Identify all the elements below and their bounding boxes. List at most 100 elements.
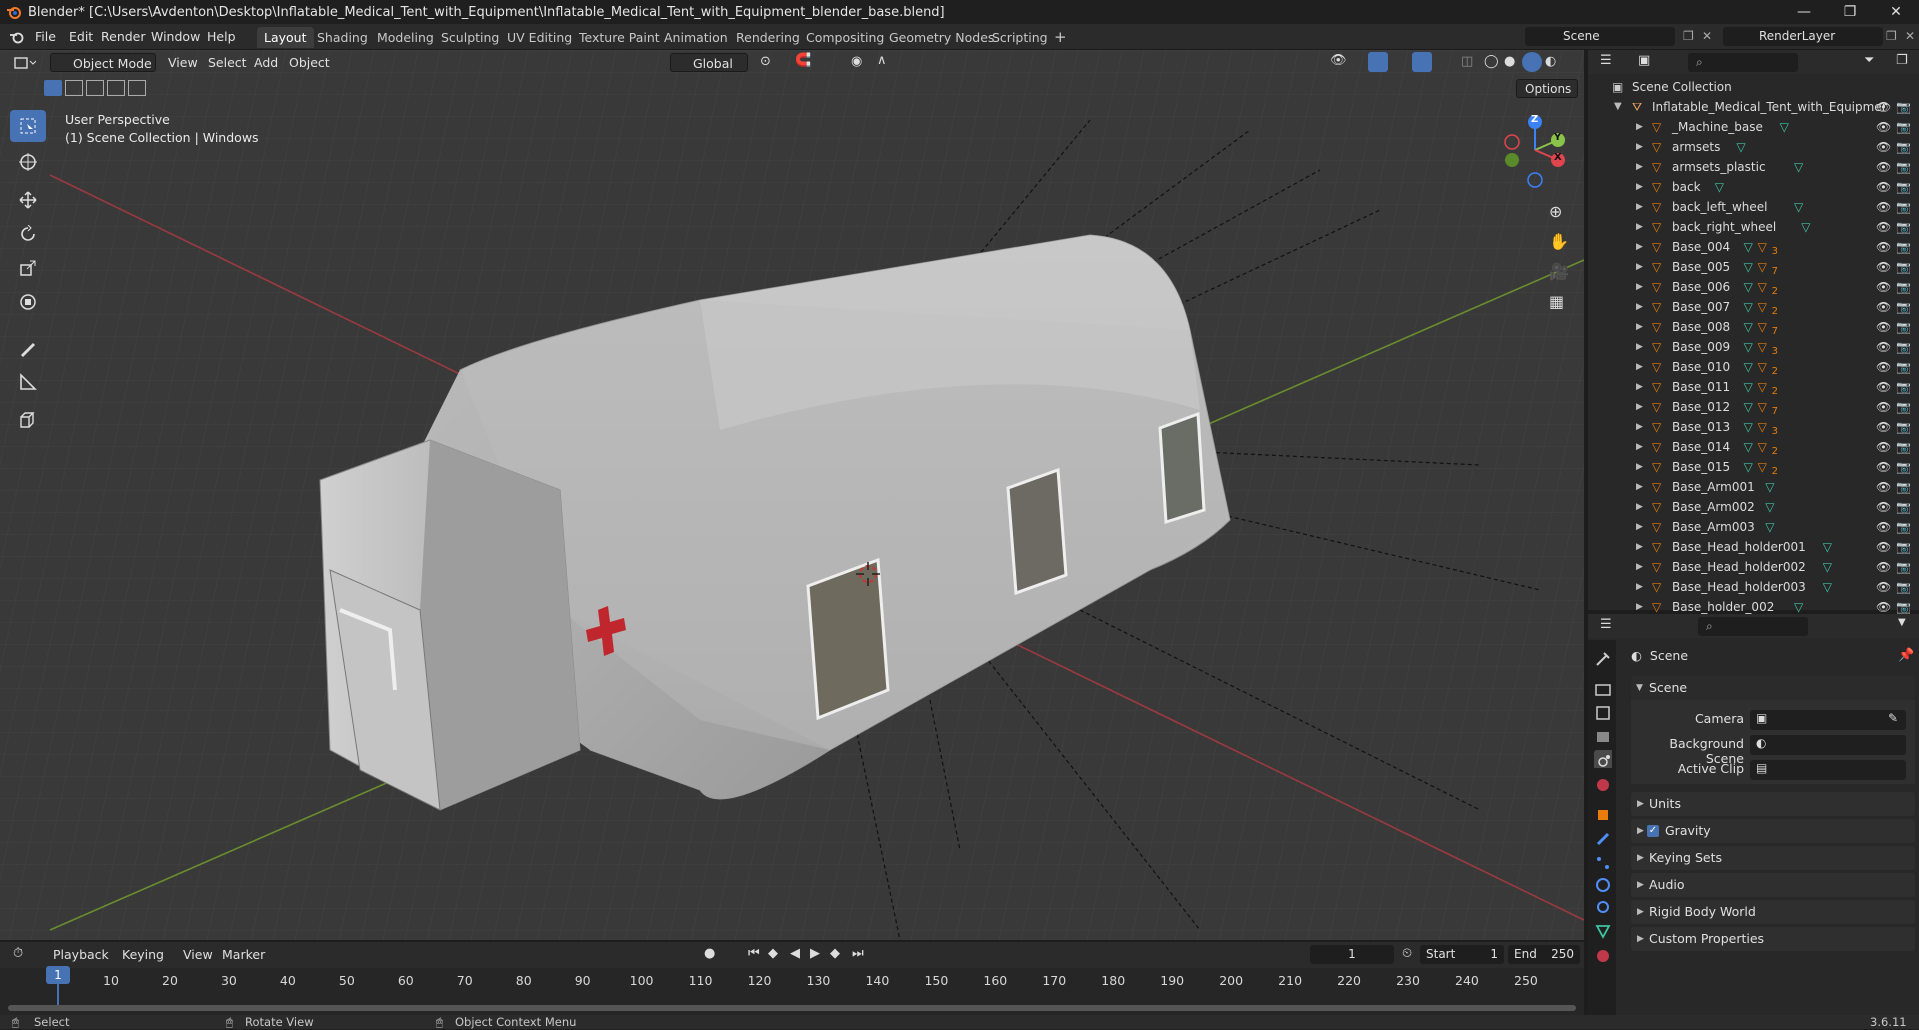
outliner-row[interactable]: ▶ ▽ Base_011 ▽ 2 👁 📷 ▽ — [1588, 377, 1919, 397]
visibility-eye-icon[interactable]: 👁 — [1876, 477, 1891, 497]
select-box-tool[interactable] — [10, 110, 46, 142]
playhead-frame[interactable]: 1 — [46, 966, 70, 984]
tab-animation[interactable]: Animation — [657, 27, 735, 48]
editor-type-icon[interactable] — [14, 55, 36, 71]
outliner-row[interactable]: ▶ ▽ armsets ▽ 👁 📷 — [1588, 137, 1919, 157]
measure-tool[interactable] — [10, 366, 46, 398]
tab-scripting[interactable]: Scripting — [985, 27, 1055, 48]
select-subtract-icon[interactable] — [86, 80, 104, 96]
visibility-eye-icon[interactable]: 👁 — [1876, 417, 1891, 437]
outliner-row[interactable]: ▶ ▽ Base_Head_holder003 ▽ 👁 📷 — [1588, 577, 1919, 597]
expand-arrow-icon[interactable]: ▶ — [1636, 157, 1643, 177]
visibility-eye-icon[interactable]: 👁 — [1876, 497, 1891, 517]
visibility-eye-icon[interactable]: 👁 — [1876, 97, 1891, 117]
view-layer-tab-icon[interactable] — [1594, 728, 1612, 746]
delete-view-layer-icon[interactable]: ✕ — [1905, 29, 1915, 43]
tool-tab-icon[interactable] — [1594, 650, 1612, 668]
solid-shading-icon[interactable]: ● — [1504, 54, 1515, 69]
visibility-eye-icon[interactable]: 👁 — [1876, 217, 1891, 237]
expand-arrow-icon[interactable]: ▶ — [1636, 237, 1643, 257]
annotate-tool[interactable] — [10, 332, 46, 364]
expand-arrow-icon[interactable]: ▶ — [1636, 377, 1643, 397]
menu-object[interactable]: Object — [289, 53, 330, 72]
prev-keyframe-icon[interactable]: ◆ — [768, 946, 778, 961]
minimize-button[interactable]: — — [1781, 0, 1827, 24]
section-audio[interactable]: ▶ Audio — [1631, 873, 1915, 897]
auto-keying-icon[interactable]: ● — [704, 946, 715, 961]
expand-arrow-icon[interactable]: ▶ — [1636, 497, 1643, 517]
timeline-scrollbar[interactable] — [8, 1005, 1576, 1011]
ortho-grid-icon[interactable]: ▦ — [1549, 287, 1569, 317]
outliner-row[interactable]: ▶ ▽ back_left_wheel ▽ 👁 📷 — [1588, 197, 1919, 217]
blender-menu-icon[interactable] — [9, 29, 25, 45]
expand-arrow-icon[interactable]: ▶ — [1636, 357, 1643, 377]
render-camera-icon[interactable]: 📷 — [1896, 177, 1911, 197]
outliner-row[interactable]: ▶ ▽ Base_010 ▽ 2 👁 📷 ▽ — [1588, 357, 1919, 377]
render-camera-icon[interactable]: 📷 — [1896, 217, 1911, 237]
render-camera-icon[interactable]: 📷 — [1896, 137, 1911, 157]
3d-viewport[interactable] — [0, 50, 1584, 940]
new-scene-icon[interactable]: ❐ — [1683, 29, 1694, 43]
scene-selector[interactable]: Scene — [1525, 27, 1675, 46]
outliner-search-input[interactable]: ⌕ — [1688, 53, 1798, 72]
eyedropper-icon[interactable]: ✎ — [1888, 711, 1898, 725]
data-tab-icon[interactable] — [1594, 922, 1612, 940]
visibility-eye-icon[interactable]: 👁 — [1876, 137, 1891, 157]
background-scene-field[interactable]: ◐ — [1750, 735, 1906, 755]
tab-sculpting[interactable]: Sculpting — [434, 27, 506, 48]
falloff-icon[interactable]: ∧ — [877, 53, 887, 68]
pivot-icon[interactable]: ⊙ — [760, 54, 771, 69]
tab-uv-editing[interactable]: UV Editing — [500, 27, 579, 48]
navigation-gizmo[interactable]: Z Y X — [1500, 110, 1570, 190]
tab-compositing[interactable]: Compositing — [799, 27, 891, 48]
view-layer-selector[interactable]: RenderLayer — [1723, 27, 1883, 46]
physics-tab-icon[interactable] — [1594, 876, 1612, 894]
expand-arrow-icon[interactable]: ▶ — [1636, 417, 1643, 437]
maximize-button[interactable]: ❐ — [1827, 0, 1873, 24]
section-custom-properties[interactable]: ▶ Custom Properties — [1631, 927, 1915, 951]
camera-field[interactable]: ▣ ✎ — [1750, 710, 1906, 730]
delete-scene-icon[interactable]: ✕ — [1702, 29, 1712, 43]
outliner-row[interactable]: ▶ ▽ Base_Arm002 ▽ 👁 📷 — [1588, 497, 1919, 517]
object-tab-icon[interactable] — [1594, 806, 1612, 824]
expand-arrow-icon[interactable]: ▶ — [1636, 297, 1643, 317]
visibility-eye-icon[interactable]: 👁 — [1876, 397, 1891, 417]
section-units[interactable]: ▶ Units — [1631, 792, 1915, 816]
expand-arrow-icon[interactable]: ▶ — [1636, 477, 1643, 497]
camera-view-icon[interactable]: 🎥 — [1549, 257, 1569, 287]
scale-tool[interactable] — [10, 252, 46, 284]
render-camera-icon[interactable]: 📷 — [1896, 337, 1911, 357]
render-camera-icon[interactable]: 📷 — [1896, 197, 1911, 217]
snap-icon[interactable]: 🧲 — [795, 53, 811, 68]
visibility-eye-icon[interactable]: 👁 — [1876, 277, 1891, 297]
xray-icon[interactable]: ◫ — [1461, 54, 1473, 69]
menu-select[interactable]: Select — [208, 53, 247, 72]
modifier-tab-icon[interactable] — [1594, 830, 1612, 848]
cursor-tool[interactable] — [10, 146, 46, 178]
particles-tab-icon[interactable] — [1594, 854, 1612, 872]
world-tab-icon[interactable] — [1594, 776, 1612, 794]
render-camera-icon[interactable]: 📷 — [1896, 277, 1911, 297]
menu-edit[interactable]: Edit — [69, 28, 93, 46]
tab-layout[interactable]: Layout — [257, 27, 314, 48]
menu-add[interactable]: Add — [254, 53, 278, 72]
filter-icon[interactable]: ⏷ — [1864, 53, 1874, 68]
constraints-tab-icon[interactable] — [1594, 898, 1612, 916]
visibility-eye-icon[interactable]: 👁 — [1876, 337, 1891, 357]
overlay-toggle-icon[interactable] — [1412, 52, 1432, 72]
outliner-collection-row[interactable]: ▼ ⛛ Inflatable_Medical_Tent_with_Equipme… — [1588, 97, 1919, 117]
section-keying-sets[interactable]: ▶ Keying Sets — [1631, 846, 1915, 870]
close-button[interactable]: ✕ — [1873, 0, 1919, 24]
display-mode-icon[interactable]: ▣ — [1638, 53, 1650, 68]
visibility-eye-icon[interactable]: 👁 — [1876, 297, 1891, 317]
end-frame-field[interactable]: End 250 — [1508, 945, 1580, 964]
timeline-editor-type-icon[interactable]: ⏱ — [13, 946, 23, 961]
proportional-edit-icon[interactable]: ◉ — [851, 54, 862, 69]
render-camera-icon[interactable]: 📷 — [1896, 577, 1911, 597]
rendered-shading-icon[interactable]: ◐ — [1545, 54, 1556, 69]
expand-arrow-icon[interactable]: ▶ — [1636, 537, 1643, 557]
menu-render[interactable]: Render — [101, 28, 146, 46]
start-frame-field[interactable]: Start 1 — [1420, 945, 1504, 964]
new-collection-icon[interactable]: ❐ — [1896, 53, 1908, 68]
visibility-icon[interactable]: 👁 — [1330, 53, 1347, 68]
